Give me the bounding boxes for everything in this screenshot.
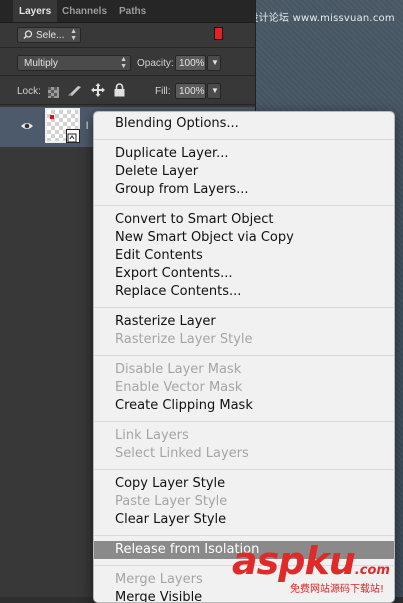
fill-value: 100%: [179, 86, 205, 97]
opacity-input[interactable]: 100%: [175, 55, 206, 71]
menu-item-copy-layer-style[interactable]: Copy Layer Style: [94, 475, 394, 493]
eye-icon[interactable]: [20, 119, 34, 133]
layer-filter-value: Sele...: [36, 30, 65, 41]
tab-paths[interactable]: Paths: [113, 0, 152, 22]
chevron-updown-icon: ▲ ▼: [120, 56, 127, 70]
blend-mode-select[interactable]: Multiply ▲ ▼: [17, 55, 131, 71]
menu-item-clear-layer-style[interactable]: Clear Layer Style: [94, 511, 394, 529]
smart-object-icon: [66, 129, 80, 143]
menu-item-rasterize-layer[interactable]: Rasterize Layer: [94, 313, 394, 331]
divider: [0, 104, 255, 105]
menu-item-group-from-layers[interactable]: Group from Layers...: [94, 181, 394, 199]
menu-item-delete-layer[interactable]: Delete Layer: [94, 163, 394, 181]
menu-item-enable-vector-mask: Enable Vector Mask: [115, 380, 243, 395]
layer-thumbnail[interactable]: [45, 108, 80, 143]
lock-image-pixels-icon[interactable]: [67, 84, 83, 102]
menu-item-edit-contents[interactable]: Edit Contents: [94, 247, 394, 265]
divider: [0, 47, 255, 48]
filter-color-swatch[interactable]: [214, 27, 223, 40]
menu-item-new-smart-object-via-copy[interactable]: New Smart Object via Copy: [94, 229, 394, 247]
tab-channels[interactable]: Channels: [56, 0, 113, 22]
tab-layers[interactable]: Layers: [13, 0, 58, 22]
menu-separator: [94, 355, 394, 356]
lock-position-icon[interactable]: [91, 83, 105, 102]
opacity-label: Opacity:: [137, 58, 174, 69]
fill-dropdown-button[interactable]: ▼: [207, 83, 221, 99]
chevron-down-icon: ▼: [211, 58, 219, 67]
menu-item-convert-to-smart-object[interactable]: Convert to Smart Object: [94, 211, 394, 229]
menu-separator: [94, 535, 394, 536]
watermark-logo: aspku.com 免费网站源码下载站!: [232, 540, 402, 595]
lock-transparent-pixels-icon[interactable]: [48, 85, 59, 103]
chevron-down-icon: ▼: [211, 86, 219, 95]
menu-item-duplicate-layer[interactable]: Duplicate Layer...: [94, 145, 394, 163]
lock-all-icon[interactable]: [114, 83, 125, 102]
thumbnail-red-mark: [50, 115, 54, 119]
chevron-updown-icon: ▲ ▼: [70, 28, 77, 42]
menu-item-blending-options[interactable]: Blending Options...: [94, 115, 394, 133]
divider: [0, 75, 255, 76]
menu-separator: [94, 205, 394, 206]
search-icon: [23, 28, 33, 48]
menu-item-select-linked-layers: Select Linked Layers: [115, 446, 249, 461]
blend-mode-value: Multiply: [24, 58, 58, 69]
fill-label: Fill:: [155, 86, 171, 97]
panel-tab-bar: Layers Channels Paths: [0, 0, 255, 23]
layer-filter-select[interactable]: Sele... ▲ ▼: [17, 27, 81, 43]
opacity-dropdown-button[interactable]: ▼: [207, 55, 221, 71]
layer-context-menu: Blending Options... Duplicate Layer... D…: [93, 111, 395, 603]
opacity-value: 100%: [179, 58, 205, 69]
menu-item-disable-layer-mask: Disable Layer Mask: [115, 362, 242, 377]
menu-item-replace-contents[interactable]: Replace Contents...: [94, 283, 394, 301]
menu-separator: [94, 469, 394, 470]
menu-item-paste-layer-style: Paste Layer Style: [115, 494, 228, 509]
menu-item-create-clipping-mask[interactable]: Create Clipping Mask: [94, 397, 394, 415]
menu-item-rasterize-layer-style: Rasterize Layer Style: [115, 332, 253, 347]
menu-separator: [94, 139, 394, 140]
lock-label: Lock:: [17, 86, 41, 97]
fill-input[interactable]: 100%: [175, 83, 206, 99]
layer-name[interactable]: l: [86, 121, 88, 132]
menu-item-link-layers: Link Layers: [115, 428, 189, 443]
menu-separator: [94, 307, 394, 308]
menu-separator: [94, 421, 394, 422]
watermark-logo-subtitle: 免费网站源码下载站!: [290, 584, 385, 595]
menu-item-export-contents[interactable]: Export Contents...: [94, 265, 394, 283]
